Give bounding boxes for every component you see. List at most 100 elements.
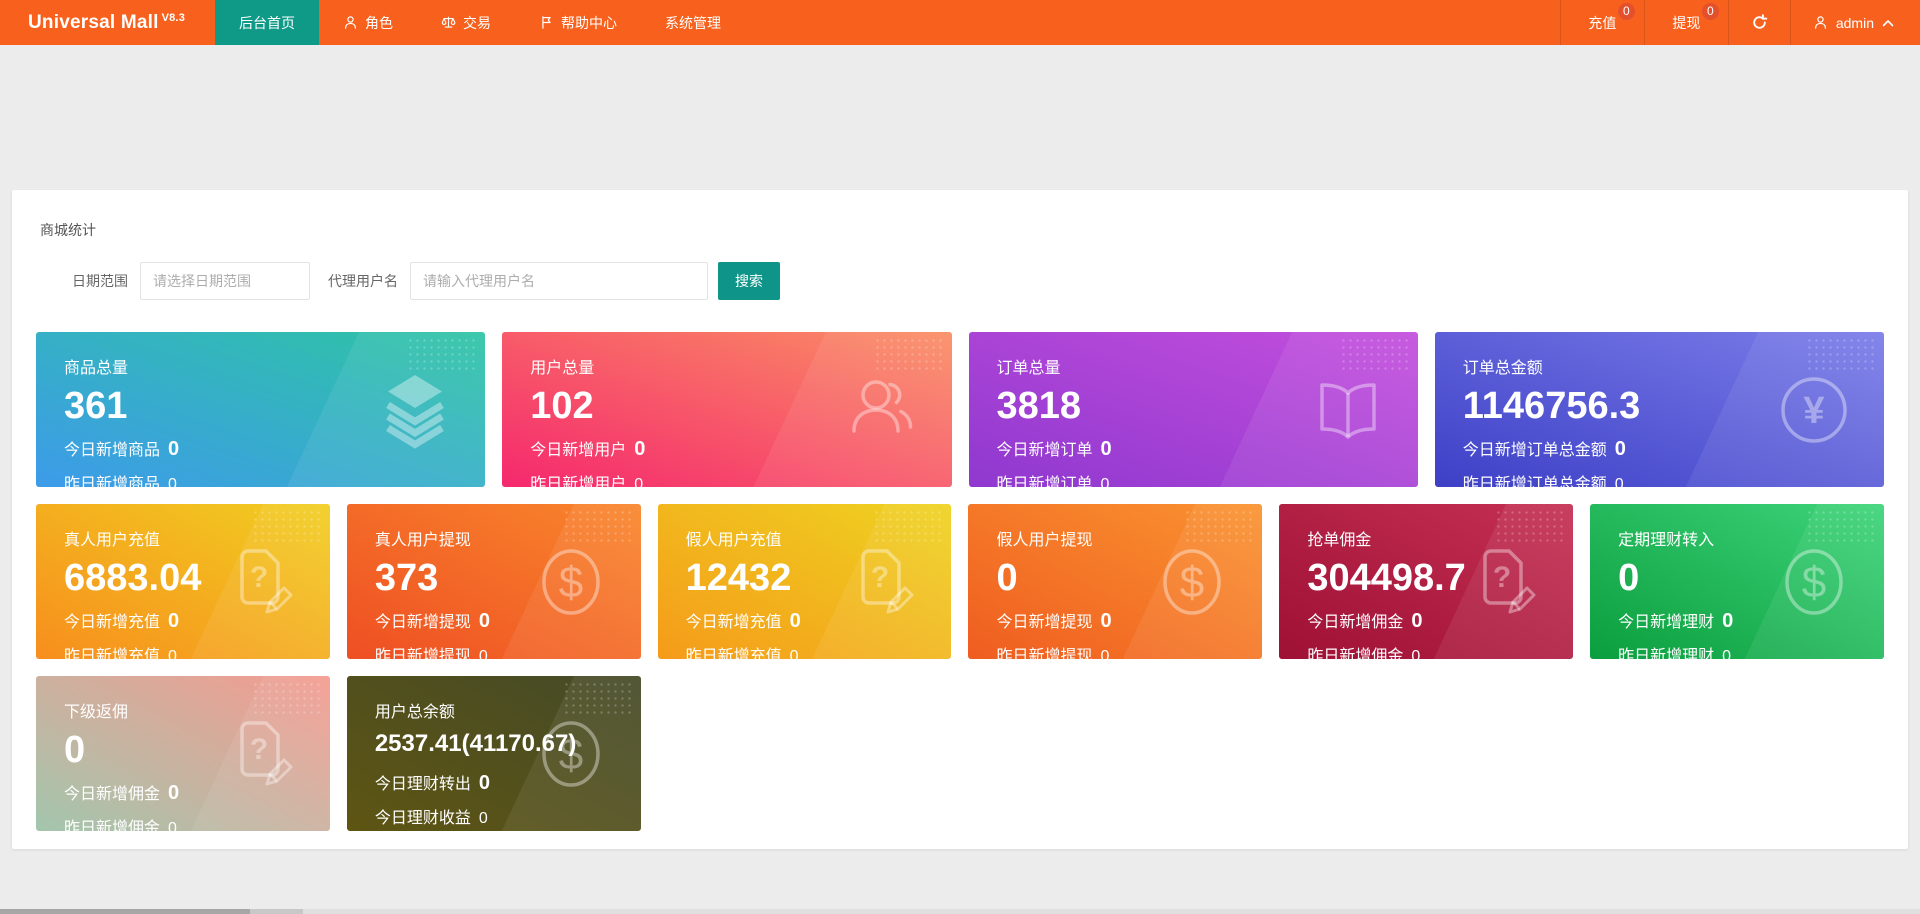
stat-card: 真人用户充值 6883.04 今日新增充值 0 昨日新增充值 0 ? [36, 504, 330, 659]
nav-item-help-center[interactable]: 帮助中心 [515, 0, 641, 45]
stat-line-label: 今日新增佣金 [1307, 608, 1403, 632]
agent-name-label: 代理用户名 [328, 271, 398, 291]
stat-line-label: 昨日新增佣金 [1307, 642, 1403, 659]
stat-line-value: 0 [1722, 648, 1731, 659]
stat-line-label: 今日理财转出 [375, 770, 471, 794]
stat-line-value: 0 [168, 610, 179, 633]
layers-icon [373, 368, 457, 452]
stat-line-label: 昨日新增商品 [64, 470, 160, 487]
scrollbar-thumb[interactable] [0, 909, 250, 914]
stat-line-label: 今日理财收益 [375, 804, 471, 828]
stat-line-label: 今日新增理财 [1618, 608, 1714, 632]
date-range-input[interactable] [140, 262, 310, 300]
flag-icon [539, 15, 554, 30]
stat-card: 商品总量 361 今日新增商品 0 昨日新增商品 0 [36, 332, 485, 487]
stat-line-value: 0 [168, 476, 177, 487]
stat-line-value: 0 [1615, 476, 1624, 487]
stat-card: 抢单佣金 304498.7 今日新增佣金 0 昨日新增佣金 0 ? [1279, 504, 1573, 659]
header-nav: 后台首页 角色 交易 帮助中心 系统管理 [215, 0, 745, 45]
scales-icon [441, 15, 456, 30]
stat-line-value: 0 [168, 782, 179, 805]
stat-line-label: 今日新增充值 [686, 608, 782, 632]
stat-line-label: 昨日新增提现 [996, 642, 1092, 659]
scrollbar-thumb-secondary [250, 909, 303, 914]
header-action-label: 充值 [1588, 13, 1616, 33]
stat-card-line-yesterday: 昨日新增理财 0 [1618, 642, 1856, 659]
stat-card-line-yesterday: 昨日新增商品 0 [64, 470, 457, 487]
stat-card: 假人用户提现 0 今日新增提现 0 昨日新增提现 0 $ [968, 504, 1262, 659]
filter-row: 日期范围 代理用户名 搜索 [36, 262, 1884, 300]
nav-item-label: 后台首页 [239, 13, 295, 33]
nav-item-label: 交易 [463, 13, 491, 33]
stat-cards: 商品总量 361 今日新增商品 0 昨日新增商品 0 用户总量 102 今日新增… [36, 332, 1884, 831]
stat-line-label: 今日新增充值 [64, 608, 160, 632]
app-logo[interactable]: Universal MallV8.3 [0, 0, 215, 45]
stat-line-value: 0 [1101, 610, 1112, 633]
svg-text:¥: ¥ [1803, 390, 1824, 432]
svg-text:?: ? [250, 733, 268, 766]
edit-document-icon: ? [1461, 540, 1545, 624]
panel-title: 商城统计 [40, 220, 1884, 240]
withdraw-button[interactable]: 提现 0 [1644, 0, 1728, 45]
stat-line-label: 今日新增订单 [997, 436, 1093, 460]
stat-card: 假人用户充值 12432 今日新增充值 0 昨日新增充值 0 ? [658, 504, 952, 659]
stat-line-value: 0 [168, 648, 177, 659]
card-row: 商品总量 361 今日新增商品 0 昨日新增商品 0 用户总量 102 今日新增… [36, 332, 1884, 487]
dollar-circle-icon: $ [529, 540, 613, 624]
nav-item-roles[interactable]: 角色 [319, 0, 417, 45]
user-menu[interactable]: admin [1790, 0, 1920, 45]
app-version: V8.3 [162, 12, 185, 24]
svg-text:$: $ [1802, 558, 1826, 607]
stat-line-label: 今日新增订单总金额 [1463, 436, 1607, 460]
stat-card-line-yesterday: 昨日新增提现 0 [375, 642, 613, 659]
stat-line-label: 昨日新增充值 [686, 642, 782, 659]
stat-line-value: 0 [479, 772, 490, 795]
stat-line-label: 昨日新增订单总金额 [1463, 470, 1607, 487]
stat-line-label: 昨日新增佣金 [64, 814, 160, 831]
stat-line-label: 昨日新增充值 [64, 642, 160, 659]
app-logo-text: Universal Mall [28, 12, 159, 34]
nav-item-trade[interactable]: 交易 [417, 0, 515, 45]
stat-line-value: 0 [168, 820, 177, 831]
svg-text:$: $ [1180, 558, 1204, 607]
stat-card: 订单总金额 1146756.3 今日新增订单总金额 0 昨日新增订单总金额 0 … [1435, 332, 1884, 487]
refresh-button[interactable] [1728, 0, 1790, 45]
badge: 0 [1618, 3, 1635, 20]
yen-circle-icon: ¥ [1772, 368, 1856, 452]
nav-item-label: 角色 [365, 13, 393, 33]
stat-line-value: 0 [479, 810, 488, 828]
stat-line-label: 今日新增商品 [64, 436, 160, 460]
stat-card: 真人用户提现 373 今日新增提现 0 昨日新增提现 0 $ [347, 504, 641, 659]
card-row: 真人用户充值 6883.04 今日新增充值 0 昨日新增充值 0 ? 真人用户提… [36, 504, 1884, 659]
svg-text:?: ? [1493, 561, 1511, 594]
caret-up-icon [1882, 19, 1894, 27]
stat-line-value: 0 [1101, 438, 1112, 461]
stat-card-line-yesterday: 昨日新增佣金 0 [64, 814, 302, 831]
stat-card: 定期理财转入 0 今日新增理财 0 昨日新增理财 0 $ [1590, 504, 1884, 659]
nav-item-home[interactable]: 后台首页 [215, 0, 319, 45]
user-icon [1813, 15, 1828, 30]
search-button[interactable]: 搜索 [718, 262, 780, 300]
stat-line-label: 今日新增用户 [530, 436, 626, 460]
stat-line-value: 0 [168, 438, 179, 461]
stat-line-value: 0 [1101, 648, 1110, 659]
stat-line-value: 0 [1101, 476, 1110, 487]
stat-line-label: 昨日新增提现 [375, 642, 471, 659]
stat-line-label: 今日新增提现 [996, 608, 1092, 632]
stat-line-value: 0 [790, 648, 799, 659]
agent-name-input[interactable] [410, 262, 708, 300]
user-icon [343, 15, 358, 30]
horizontal-scrollbar[interactable] [0, 909, 1920, 914]
stats-panel: 商城统计 日期范围 代理用户名 搜索 商品总量 361 今日新增商品 0 昨日新… [12, 190, 1908, 849]
stat-line-value: 0 [634, 476, 643, 487]
dollar-circle-icon: $ [529, 712, 613, 796]
header-spacer [745, 0, 1560, 45]
stat-card: 用户总余额 2537.41(41170.67) 今日理财转出 0 今日理财收益 … [347, 676, 641, 831]
edit-document-icon: ? [839, 540, 923, 624]
recharge-button[interactable]: 充值 0 [1560, 0, 1644, 45]
nav-item-system[interactable]: 系统管理 [641, 0, 745, 45]
stat-card-line-yesterday: 昨日新增订单总金额 0 [1463, 470, 1856, 487]
stat-line-value: 0 [1615, 438, 1626, 461]
edit-document-icon: ? [218, 540, 302, 624]
users-icon [840, 368, 924, 452]
